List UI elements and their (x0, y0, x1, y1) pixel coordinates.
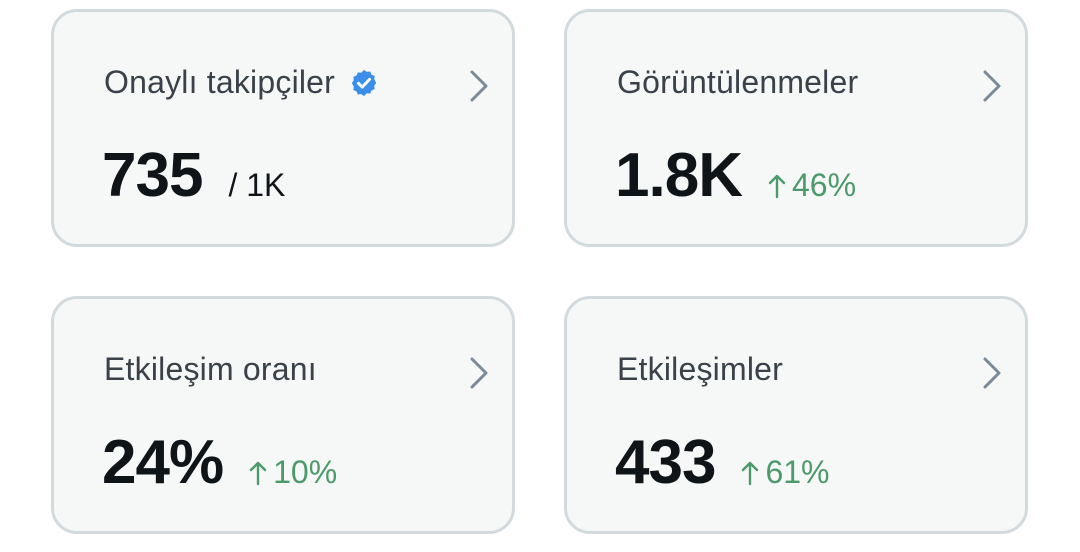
chevron-right-icon (470, 70, 488, 102)
metric-value: 24% (102, 428, 224, 497)
metric-row: 735 / 1K (102, 140, 285, 211)
card-title-text: Etkileşim oranı (104, 351, 317, 387)
metric-delta-value: 10% (273, 454, 338, 490)
metric-row: 433 61% (615, 427, 830, 498)
arrow-up-icon (249, 461, 267, 486)
metric-delta: 61% (741, 454, 830, 491)
metric-value: 433 (615, 428, 716, 497)
card-title: Görüntülenmeler (617, 64, 858, 101)
verified-badge-icon (351, 69, 377, 96)
card-verified-followers[interactable]: Onaylı takipçiler 735 / 1K (51, 9, 515, 247)
card-engagement-rate[interactable]: Etkileşim oranı 24% 10% (51, 296, 515, 534)
metric-row: 1.8K 46% (615, 140, 856, 211)
chevron-right-icon (470, 357, 488, 389)
card-title: Etkileşimler (617, 351, 783, 388)
card-title-text: Onaylı takipçiler (104, 64, 336, 100)
metric-value: 1.8K (615, 141, 743, 210)
metric-suffix: / 1K (228, 167, 286, 203)
chevron-right-icon (983, 70, 1001, 102)
arrow-up-icon (768, 174, 786, 199)
card-title-text: Görüntülenmeler (617, 64, 859, 100)
analytics-cards-grid: Onaylı takipçiler 735 / 1K Görüntülenmel… (0, 0, 1080, 552)
chevron-right-icon (983, 357, 1001, 389)
card-title-text: Etkileşimler (617, 351, 783, 387)
card-title: Etkileşim oranı (104, 351, 317, 388)
metric-delta: 10% (249, 454, 337, 491)
arrow-up-icon (742, 461, 759, 486)
card-title: Onaylı takipçiler (104, 64, 379, 101)
card-engagements[interactable]: Etkileşimler 433 61% (564, 296, 1028, 534)
metric-value: 735 (102, 141, 203, 210)
metric-delta-value: 46% (791, 167, 857, 203)
metric-row: 24% 10% (102, 427, 337, 498)
metric-delta-value: 61% (765, 454, 830, 490)
card-impressions[interactable]: Görüntülenmeler 1.8K 46% (564, 9, 1028, 247)
metric-delta: 46% (768, 167, 856, 204)
